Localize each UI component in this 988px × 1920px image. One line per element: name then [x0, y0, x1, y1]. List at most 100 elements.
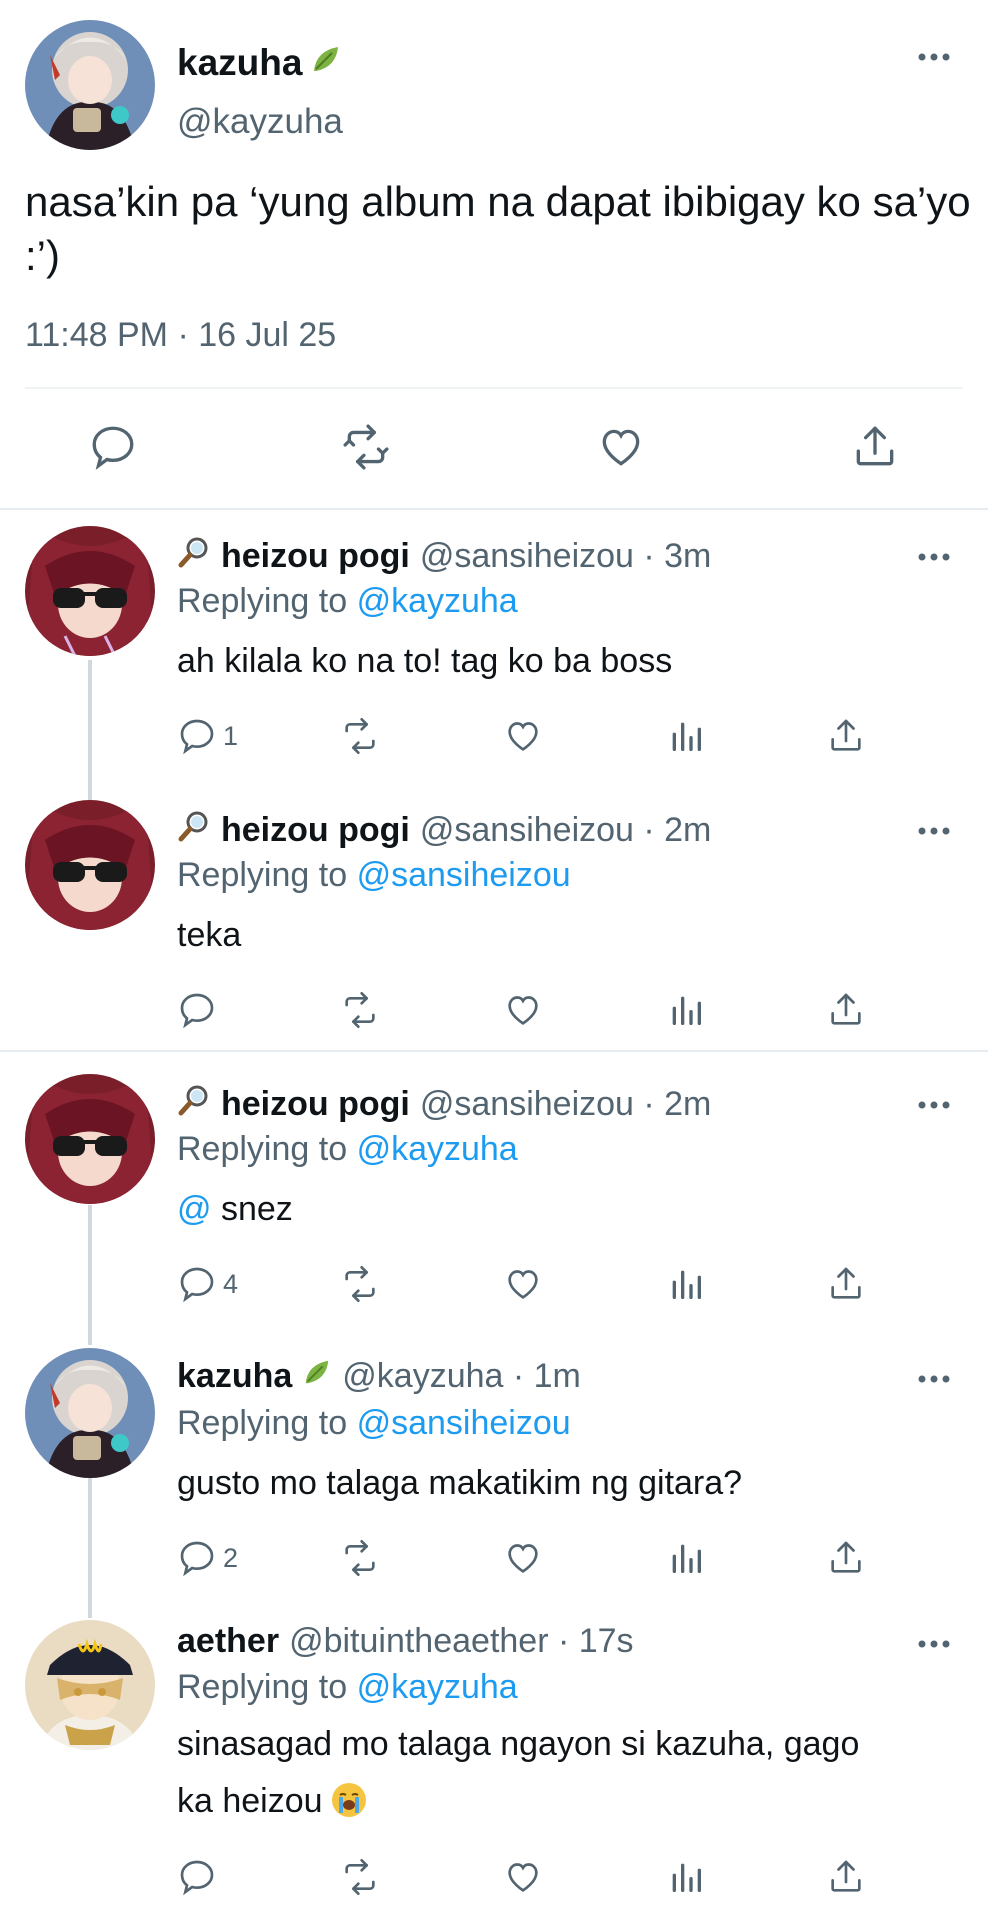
like-icon[interactable]	[594, 420, 648, 474]
replying-to: Replying to @sansiheizou	[177, 856, 571, 895]
reply-button[interactable]: 1	[177, 714, 238, 758]
replying-label: Replying to	[177, 582, 348, 620]
handle[interactable]: @kayzuha	[177, 102, 343, 142]
share-icon[interactable]	[826, 714, 866, 758]
share-icon[interactable]	[848, 420, 902, 474]
avatar-heizou[interactable]	[25, 1074, 155, 1204]
reply-header: heizou pogi @sansiheizou · 2m	[177, 1083, 711, 1126]
like-icon[interactable]	[502, 1536, 544, 1580]
replying-label: Replying to	[177, 1404, 348, 1442]
handle-time[interactable]: @sansiheizou · 3m	[420, 537, 712, 576]
reply-header: kazuha @kayzuha · 1m	[177, 1357, 581, 1396]
replying-to: Replying to @kayzuha	[177, 582, 518, 621]
magnifier-icon	[177, 1083, 211, 1126]
display-name[interactable]: heizou pogi	[221, 811, 410, 850]
reply-icon	[180, 1541, 214, 1577]
magnifier-icon	[177, 535, 211, 578]
views-icon[interactable]	[666, 1262, 706, 1306]
views-icon[interactable]	[666, 714, 706, 758]
reply-icon	[180, 719, 214, 755]
display-name[interactable]: heizou pogi	[221, 537, 410, 576]
display-name[interactable]: aether	[177, 1622, 279, 1661]
reply-header: heizou pogi @sansiheizou · 3m	[177, 535, 711, 578]
more-options-icon[interactable]	[918, 824, 950, 842]
reply-text: @ snez	[177, 1181, 967, 1238]
reply-icon[interactable]	[177, 1855, 217, 1899]
reply-count: 4	[223, 1268, 239, 1299]
retweet-icon[interactable]	[336, 988, 384, 1032]
divider	[25, 387, 963, 389]
reply-header: aether @bituintheaether · 17s	[177, 1622, 634, 1661]
reply-count: 2	[223, 1542, 239, 1573]
main-tweet: kazuha @kayzuha nasa’kin pa ‘yung album …	[0, 0, 988, 510]
replying-label: Replying to	[177, 856, 348, 894]
avatar-kazuha[interactable]	[25, 1348, 155, 1478]
share-icon[interactable]	[826, 1262, 866, 1306]
reply-text-line: ka heizou	[177, 1782, 323, 1820]
handle-time[interactable]: @bituintheaether · 17s	[289, 1622, 634, 1661]
reply-button[interactable]: 4	[177, 1262, 238, 1306]
replying-to-link[interactable]: @kayzuha	[357, 1130, 518, 1168]
tweet-timestamp[interactable]: 11:48 PM · 16 Jul 25	[25, 316, 336, 355]
handle-time[interactable]: @sansiheizou · 2m	[420, 1085, 712, 1124]
reply-text-line-2: ka heizou	[177, 1773, 967, 1830]
retweet-icon[interactable]	[336, 1855, 384, 1899]
avatar-heizou[interactable]	[25, 526, 155, 656]
mention-link[interactable]: @	[177, 1190, 212, 1228]
reply-text: sinasagad mo talaga ngayon si kazuha, ga…	[177, 1716, 967, 1830]
reply-text-line: sinasagad mo talaga ngayon si kazuha, ga…	[177, 1725, 860, 1763]
share-icon[interactable]	[826, 1855, 866, 1899]
views-icon[interactable]	[666, 1536, 706, 1580]
retweet-icon[interactable]	[339, 420, 393, 474]
views-icon[interactable]	[666, 988, 706, 1032]
avatar-heizou[interactable]	[25, 800, 155, 930]
avatar-aether[interactable]	[25, 1620, 155, 1750]
leaf-icon	[310, 42, 342, 84]
section-divider	[0, 508, 988, 510]
like-icon[interactable]	[502, 988, 544, 1032]
like-icon[interactable]	[502, 714, 544, 758]
replying-to-link[interactable]: @kayzuha	[357, 582, 518, 620]
replying-to: Replying to @sansiheizou	[177, 1404, 571, 1443]
more-options-icon[interactable]	[918, 550, 950, 568]
replying-to-link[interactable]: @sansiheizou	[357, 856, 571, 894]
share-icon[interactable]	[826, 988, 866, 1032]
thread-line	[88, 660, 92, 800]
thread-line	[88, 1205, 92, 1345]
more-options-icon[interactable]	[918, 1098, 950, 1116]
reply-icon	[180, 993, 214, 1029]
reply-text: gusto mo talaga makatikim ng gitara?	[177, 1464, 743, 1502]
like-icon[interactable]	[502, 1855, 544, 1899]
share-icon[interactable]	[826, 1536, 866, 1580]
handle-time[interactable]: @sansiheizou · 2m	[420, 811, 712, 850]
avatar-kazuha[interactable]	[25, 20, 155, 150]
reply-header: heizou pogi @sansiheizou · 2m	[177, 809, 711, 852]
reply-text: teka	[177, 916, 242, 954]
more-options-icon[interactable]	[918, 1637, 950, 1655]
replying-label: Replying to	[177, 1668, 348, 1706]
views-icon[interactable]	[666, 1855, 706, 1899]
display-name[interactable]: kazuha	[177, 42, 342, 84]
display-name[interactable]: kazuha	[177, 1357, 292, 1396]
tweet-text: nasa’kin pa ‘yung album na dapat ibibiga…	[25, 178, 971, 279]
display-name[interactable]: heizou pogi	[221, 1085, 410, 1124]
reply-icon[interactable]	[86, 420, 140, 474]
display-name-text[interactable]: kazuha	[177, 42, 302, 84]
leaf-icon	[302, 1357, 332, 1396]
thread-line	[88, 1478, 92, 1618]
like-icon[interactable]	[502, 1262, 544, 1306]
retweet-icon[interactable]	[336, 714, 384, 758]
replying-to-link[interactable]: @sansiheizou	[357, 1404, 571, 1442]
reply-button[interactable]: 2	[177, 1536, 238, 1580]
handle-time[interactable]: @kayzuha · 1m	[342, 1357, 581, 1396]
reply-icon	[180, 1267, 214, 1303]
more-options-icon[interactable]	[918, 50, 950, 68]
replying-to-link[interactable]: @kayzuha	[357, 1668, 518, 1706]
more-options-icon[interactable]	[918, 1372, 950, 1390]
retweet-icon[interactable]	[336, 1536, 384, 1580]
replying-label: Replying to	[177, 1130, 348, 1168]
reply-text: ah kilala ko na to! tag ko ba boss	[177, 642, 673, 680]
reply-button[interactable]	[177, 988, 223, 1032]
reply-count: 1	[223, 720, 239, 751]
retweet-icon[interactable]	[336, 1262, 384, 1306]
